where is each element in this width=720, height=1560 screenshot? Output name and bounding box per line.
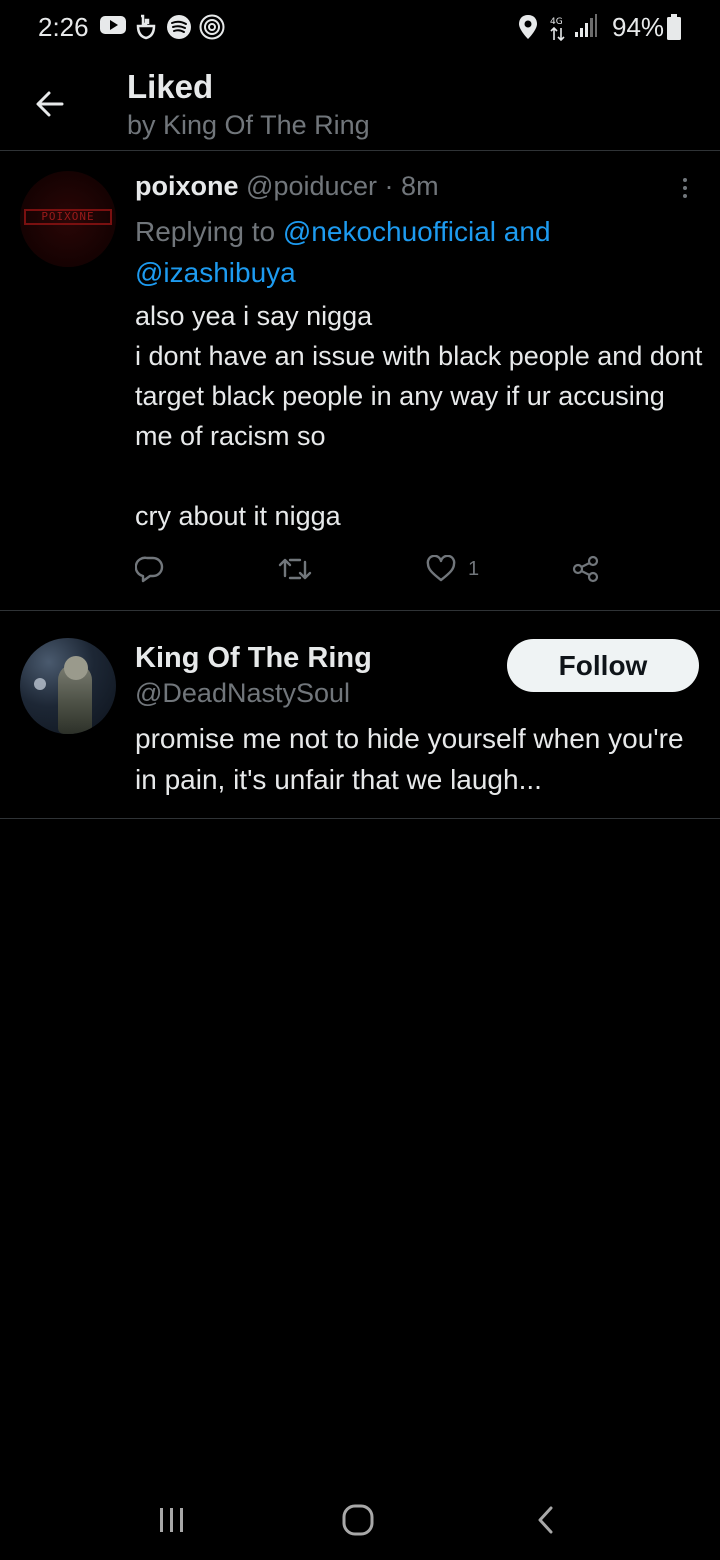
back-button[interactable]	[26, 80, 74, 128]
reply-button[interactable]	[135, 551, 165, 587]
location-icon	[518, 14, 538, 45]
follow-button[interactable]: Follow	[507, 639, 699, 692]
battery-percent: 94%	[612, 12, 665, 42]
page-header: Liked by King Of The Ring	[0, 54, 720, 151]
tweet-separator: ·	[384, 171, 394, 201]
avatar[interactable]: POIXONE	[20, 171, 116, 267]
back-nav-icon[interactable]	[524, 1498, 568, 1542]
more-options-icon[interactable]	[670, 173, 700, 203]
mention-link[interactable]: @izashibuya	[135, 257, 296, 288]
reply-icon	[135, 556, 164, 583]
home-icon[interactable]	[336, 1498, 380, 1542]
user-display-name[interactable]: King Of The Ring	[135, 642, 372, 675]
spotify-icon	[166, 14, 192, 45]
recent-apps-icon[interactable]	[150, 1498, 194, 1542]
share-icon	[572, 555, 599, 583]
arrow-left-icon	[36, 91, 64, 117]
system-nav-bar	[0, 1480, 720, 1560]
replying-prefix: Replying to	[135, 216, 283, 247]
youtube-icon	[100, 14, 126, 41]
page-subtitle: by King Of The Ring	[127, 110, 370, 140]
status-time: 2:26	[38, 12, 89, 42]
retweet-button[interactable]	[278, 551, 312, 587]
user-handle[interactable]: @DeadNastySoul	[135, 678, 350, 709]
tweet-actions: 1	[135, 551, 615, 587]
retweet-icon	[278, 558, 312, 580]
tweet-text: also yea i say nigga i dont have an issu…	[135, 301, 703, 531]
avatar-logo: POIXONE	[24, 209, 112, 225]
user-card[interactable]: King Of The Ring @DeadNastySoul promise …	[0, 612, 720, 819]
data-arrows-icon: 4G	[550, 14, 566, 47]
signal-icon	[574, 14, 598, 43]
like-count: 1	[468, 557, 480, 580]
tweet[interactable]: POIXONE poixone @poiducer · 8m Replying …	[0, 151, 720, 611]
mention-conjunction[interactable]: and	[496, 216, 551, 247]
tweet-handle[interactable]: @poiducer	[246, 171, 377, 201]
status-bar: 2:26 4G 94%	[0, 0, 720, 54]
avatar[interactable]	[20, 638, 116, 734]
like-button[interactable]: 1	[426, 551, 479, 587]
page-title: Liked	[127, 68, 214, 105]
tweet-time[interactable]: 8m	[401, 171, 439, 201]
tweet-display-name[interactable]: poixone	[135, 171, 239, 201]
battery-icon	[667, 14, 681, 45]
mention-link[interactable]: @nekochuofficial	[283, 216, 496, 247]
threads-icon	[199, 14, 225, 45]
svg-text:4G: 4G	[550, 17, 563, 27]
share-button[interactable]	[571, 551, 601, 587]
user-bio: promise me not to hide yourself when you…	[135, 723, 684, 795]
hands-icon	[134, 14, 158, 45]
heart-icon	[426, 555, 456, 582]
tweet-header: poixone @poiducer · 8m	[135, 171, 439, 202]
replying-to: Replying to @nekochuofficial and @izashib…	[135, 211, 695, 293]
